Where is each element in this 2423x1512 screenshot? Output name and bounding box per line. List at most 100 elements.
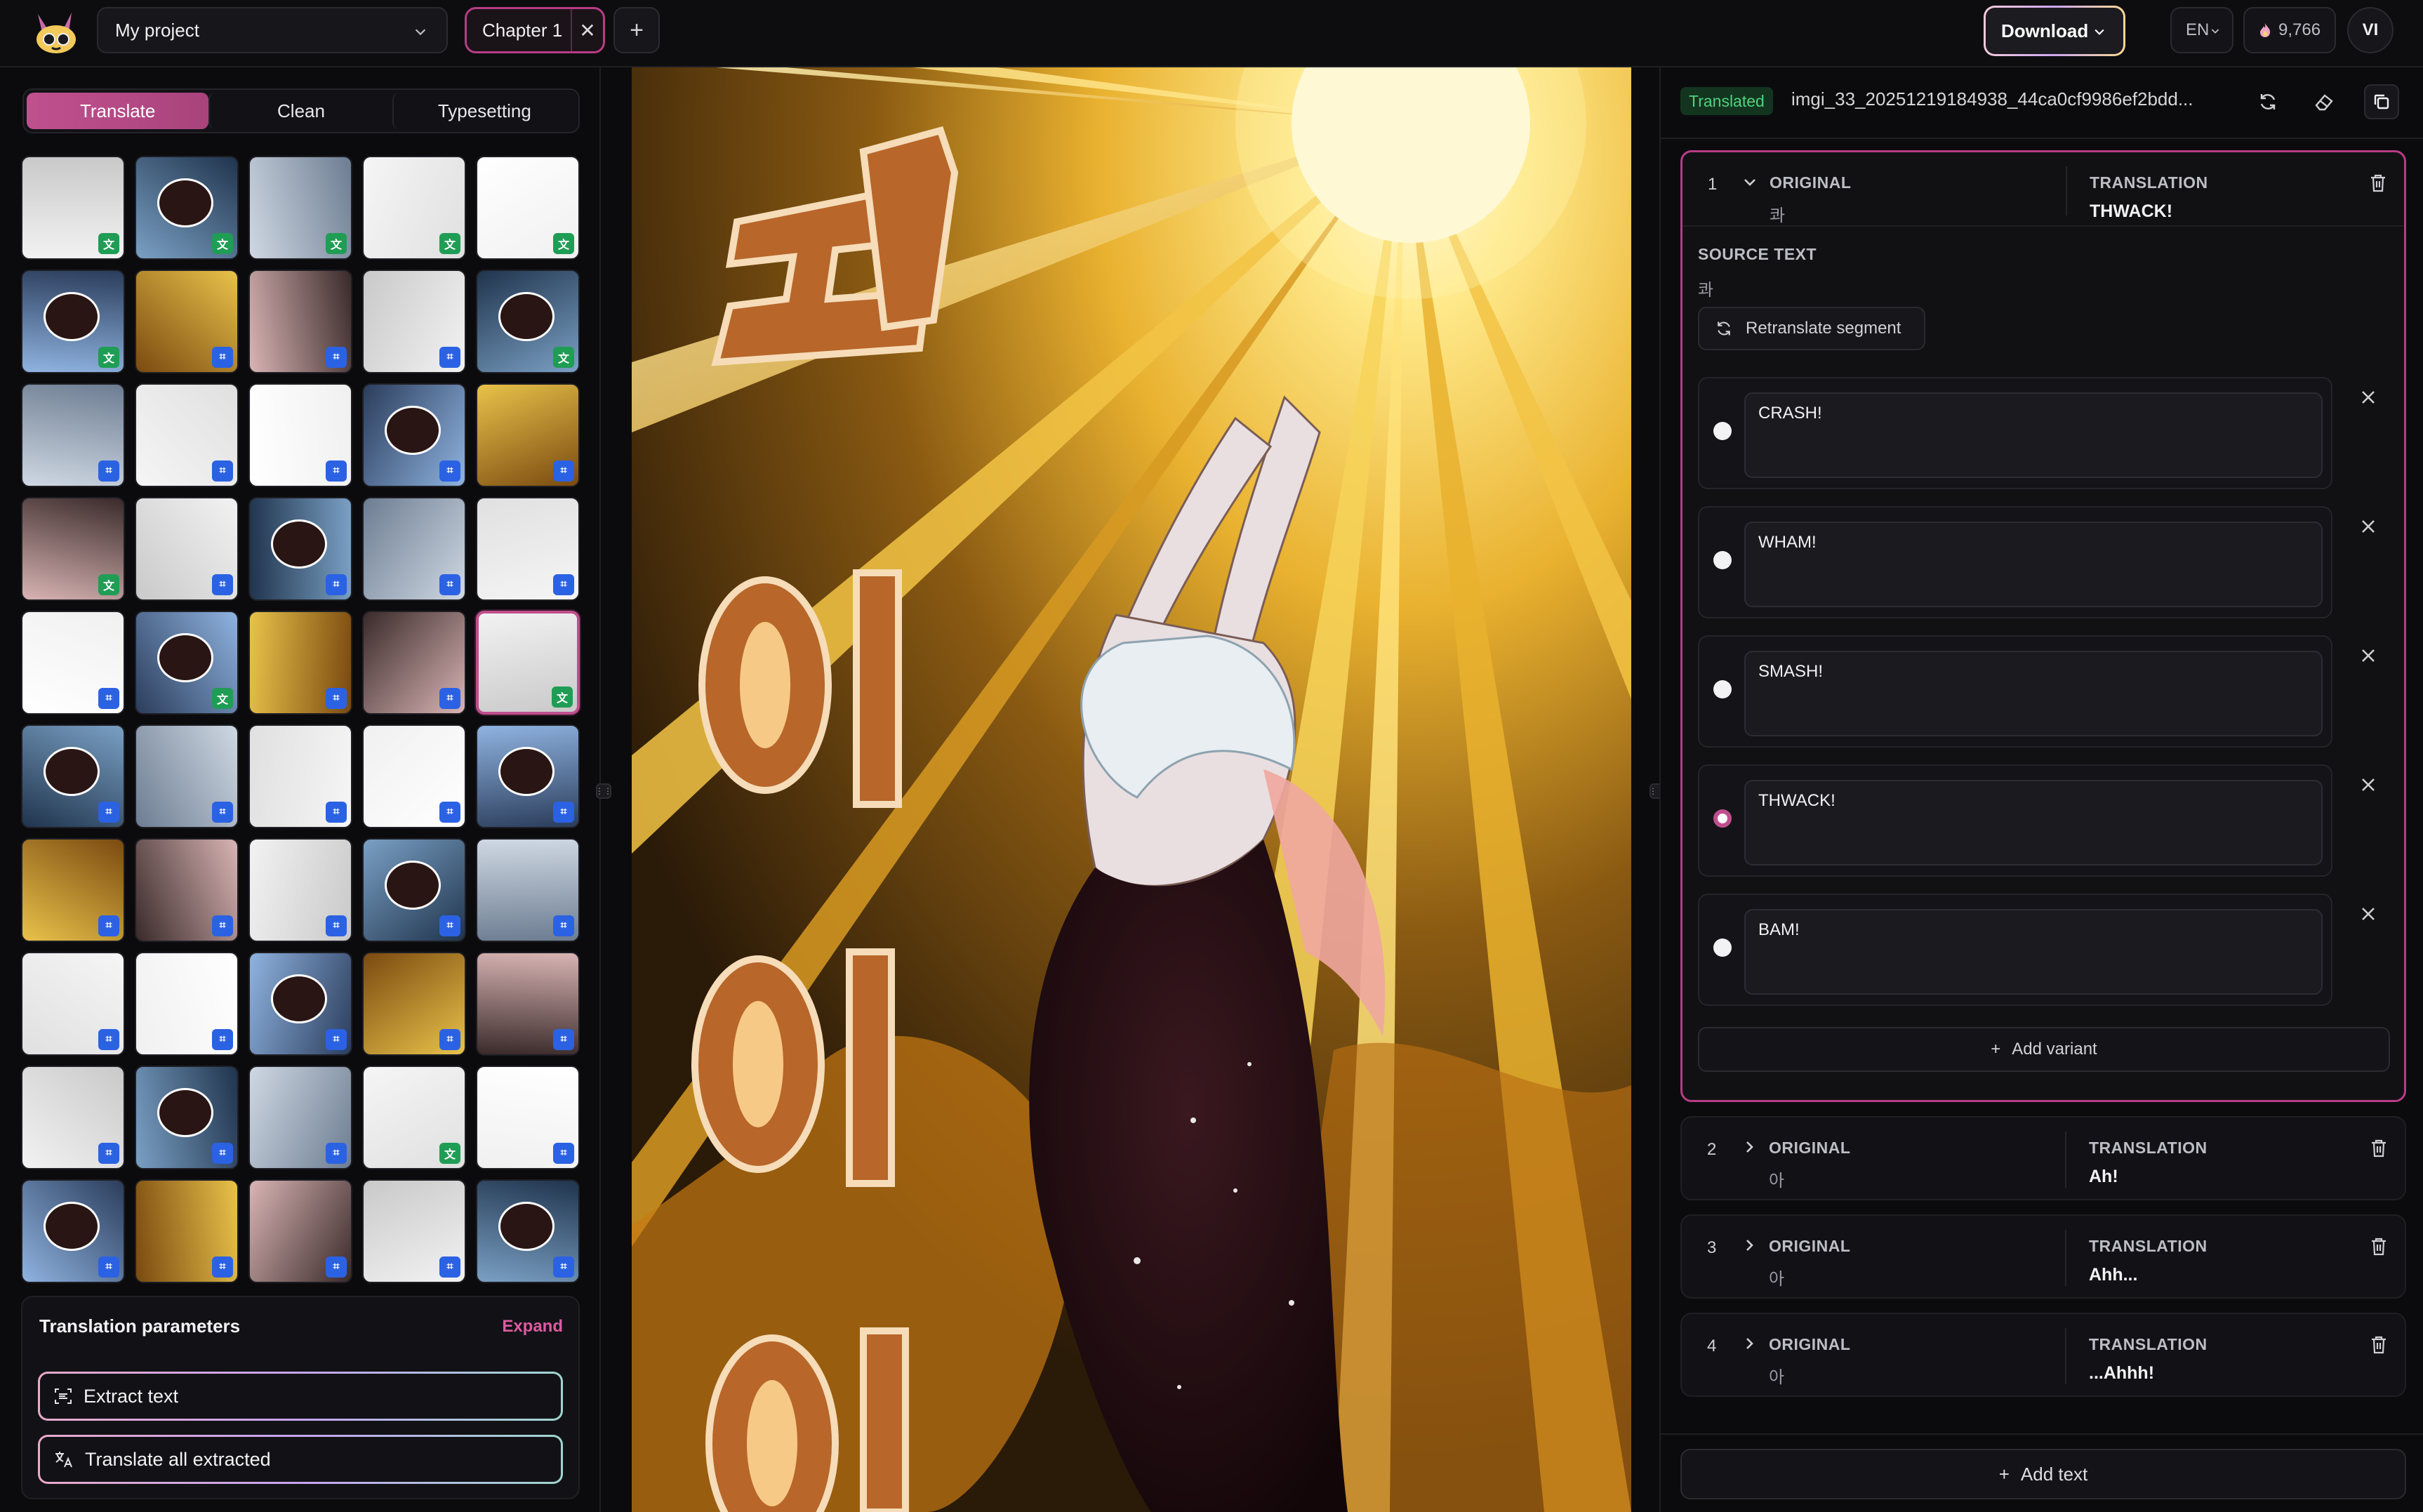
page-thumbnail[interactable]: ⌗ — [248, 838, 352, 942]
remove-variant-icon[interactable] — [2359, 905, 2377, 923]
refresh-button[interactable] — [2250, 84, 2285, 119]
page-thumbnail[interactable]: ⌗ — [248, 1066, 352, 1169]
page-thumbnail[interactable]: ⌗ — [21, 724, 125, 828]
delete-icon[interactable] — [2369, 173, 2387, 193]
page-thumbnail[interactable]: ⌗ — [248, 270, 352, 373]
page-thumbnail[interactable]: ⌗ — [362, 497, 466, 601]
remove-variant-icon[interactable] — [2359, 646, 2377, 665]
page-thumbnail[interactable]: ⌗ — [476, 383, 580, 487]
page-thumbnail[interactable]: ⌗ — [362, 383, 466, 487]
add-tab-button[interactable]: + — [613, 7, 660, 53]
page-thumbnail[interactable]: ⌗ — [248, 497, 352, 601]
translate-all-button[interactable]: Translate all extracted — [38, 1435, 563, 1484]
page-thumbnail[interactable]: 文 — [21, 156, 125, 260]
page-thumbnail[interactable]: ⌗ — [21, 952, 125, 1056]
variant-radio[interactable] — [1713, 551, 1732, 569]
variant-text-field[interactable]: CRASH! — [1744, 392, 2323, 478]
remove-variant-icon[interactable] — [2359, 388, 2377, 406]
download-button[interactable]: Download — [1984, 6, 2125, 56]
page-thumbnail[interactable]: ⌗ — [476, 838, 580, 942]
tab-chapter[interactable]: Chapter 1 ✕ — [465, 7, 605, 53]
remove-variant-icon[interactable] — [2359, 776, 2377, 794]
page-thumbnail[interactable]: ⌗ — [248, 952, 352, 1056]
page-thumbnail[interactable]: ⌗ — [362, 1179, 466, 1283]
variant-radio[interactable] — [1713, 680, 1732, 698]
tab-clean[interactable]: Clean — [208, 93, 392, 129]
retranslate-segment-button[interactable]: Retranslate segment — [1698, 307, 1925, 350]
page-thumbnail[interactable]: 文 — [248, 156, 352, 260]
page-thumbnail[interactable]: ⌗ — [362, 724, 466, 828]
page-thumbnail[interactable]: 文 — [362, 1066, 466, 1169]
project-select[interactable]: My project — [97, 7, 448, 53]
page-thumbnail[interactable]: ⌗ — [248, 724, 352, 828]
variant-text-field[interactable]: BAM! — [1744, 909, 2323, 995]
page-thumbnail[interactable]: 文 — [476, 270, 580, 373]
language-select[interactable]: EN — [2170, 7, 2233, 53]
copy-button[interactable] — [2364, 84, 2399, 119]
add-variant-button[interactable]: + Add variant — [1698, 1027, 2390, 1072]
segment-card[interactable]: 4 ORIGINAL 아 TRANSLATION ...Ahhh! — [1680, 1313, 2406, 1397]
page-thumbnail[interactable]: 文 — [362, 156, 466, 260]
page-thumbnail[interactable]: ⌗ — [21, 611, 125, 715]
extract-text-button[interactable]: Extract text — [38, 1372, 563, 1421]
page-thumbnail[interactable]: ⌗ — [135, 1066, 239, 1169]
delete-icon[interactable] — [2370, 1139, 2388, 1158]
page-thumbnail[interactable]: ⌗ — [476, 497, 580, 601]
delete-icon[interactable] — [2370, 1237, 2388, 1256]
variant-radio[interactable] — [1713, 939, 1732, 957]
page-thumbnail[interactable]: 文 — [135, 156, 239, 260]
tab-translate[interactable]: Translate — [27, 93, 209, 129]
page-thumbnail[interactable]: ⌗ — [135, 1179, 239, 1283]
page-thumbnail[interactable]: ⌗ — [476, 724, 580, 828]
chevron-right-icon[interactable] — [1741, 1335, 1758, 1352]
page-thumbnail[interactable]: ⌗ — [135, 952, 239, 1056]
page-thumbnail[interactable]: ⌗ — [135, 270, 239, 373]
page-thumbnail[interactable]: ⌗ — [21, 1179, 125, 1283]
page-thumbnail[interactable]: ⌗ — [135, 497, 239, 601]
add-text-button[interactable]: + Add text — [1680, 1449, 2406, 1499]
page-thumbnail[interactable]: ⌗ — [476, 1066, 580, 1169]
variant-text-field[interactable]: WHAM! — [1744, 522, 2323, 607]
page-thumbnail[interactable]: ⌗ — [248, 611, 352, 715]
page-thumbnail[interactable]: ⌗ — [248, 383, 352, 487]
chevron-right-icon[interactable] — [1741, 1237, 1758, 1254]
page-thumbnail[interactable]: 文 — [21, 270, 125, 373]
page-thumbnail[interactable]: ⌗ — [21, 838, 125, 942]
variant-radio[interactable] — [1713, 809, 1732, 828]
page-thumbnail[interactable]: 文 — [21, 497, 125, 601]
page-thumbnail[interactable]: ⌗ — [362, 270, 466, 373]
page-thumbnail[interactable]: ⌗ — [476, 1179, 580, 1283]
page-thumbnail[interactable]: ⌗ — [135, 724, 239, 828]
tab-typesetting[interactable]: Typesetting — [392, 93, 576, 129]
close-tab-icon[interactable]: ✕ — [571, 9, 603, 51]
eraser-button[interactable] — [2306, 84, 2342, 119]
credits-badge[interactable]: 9,766 — [2243, 7, 2336, 53]
page-canvas[interactable] — [632, 67, 1631, 1512]
chevron-down-icon[interactable] — [1741, 173, 1758, 190]
page-thumbnail[interactable]: ⌗ — [248, 1179, 352, 1283]
segment-card[interactable]: 1 ORIGINAL 콰 TRANSLATION THWACK! SOURCE … — [1680, 150, 2406, 1102]
page-thumbnail[interactable]: ⌗ — [135, 838, 239, 942]
page-thumbnail[interactable]: ⌗ — [135, 383, 239, 487]
page-thumbnail[interactable]: ⌗ — [21, 1066, 125, 1169]
remove-variant-icon[interactable] — [2359, 517, 2377, 536]
left-resize-handle[interactable]: ⋮⋮ — [595, 783, 612, 799]
page-thumbnail[interactable]: 文 — [476, 156, 580, 260]
variant-text-field[interactable]: SMASH! — [1744, 651, 2323, 736]
page-thumbnail[interactable]: ⌗ — [362, 952, 466, 1056]
segment-card[interactable]: 3 ORIGINAL 아 TRANSLATION Ahh... — [1680, 1214, 2406, 1299]
variant-text-field[interactable]: THWACK! — [1744, 780, 2323, 866]
page-thumbnail[interactable]: 文 — [135, 611, 239, 715]
delete-icon[interactable] — [2370, 1335, 2388, 1355]
page-thumbnail[interactable]: ⌗ — [362, 611, 466, 715]
segment-card[interactable]: 2 ORIGINAL 아 TRANSLATION Ah! — [1680, 1116, 2406, 1200]
page-thumbnail[interactable]: ⌗ — [21, 383, 125, 487]
user-avatar[interactable]: VI — [2347, 7, 2394, 53]
variant-radio[interactable] — [1713, 422, 1732, 440]
page-thumbnail[interactable]: 文 — [476, 611, 580, 715]
chevron-right-icon[interactable] — [1741, 1139, 1758, 1155]
page-thumbnail[interactable]: ⌗ — [476, 952, 580, 1056]
app-logo-icon[interactable] — [28, 8, 84, 59]
expand-link[interactable]: Expand — [502, 1317, 563, 1337]
page-thumbnail[interactable]: ⌗ — [362, 838, 466, 942]
